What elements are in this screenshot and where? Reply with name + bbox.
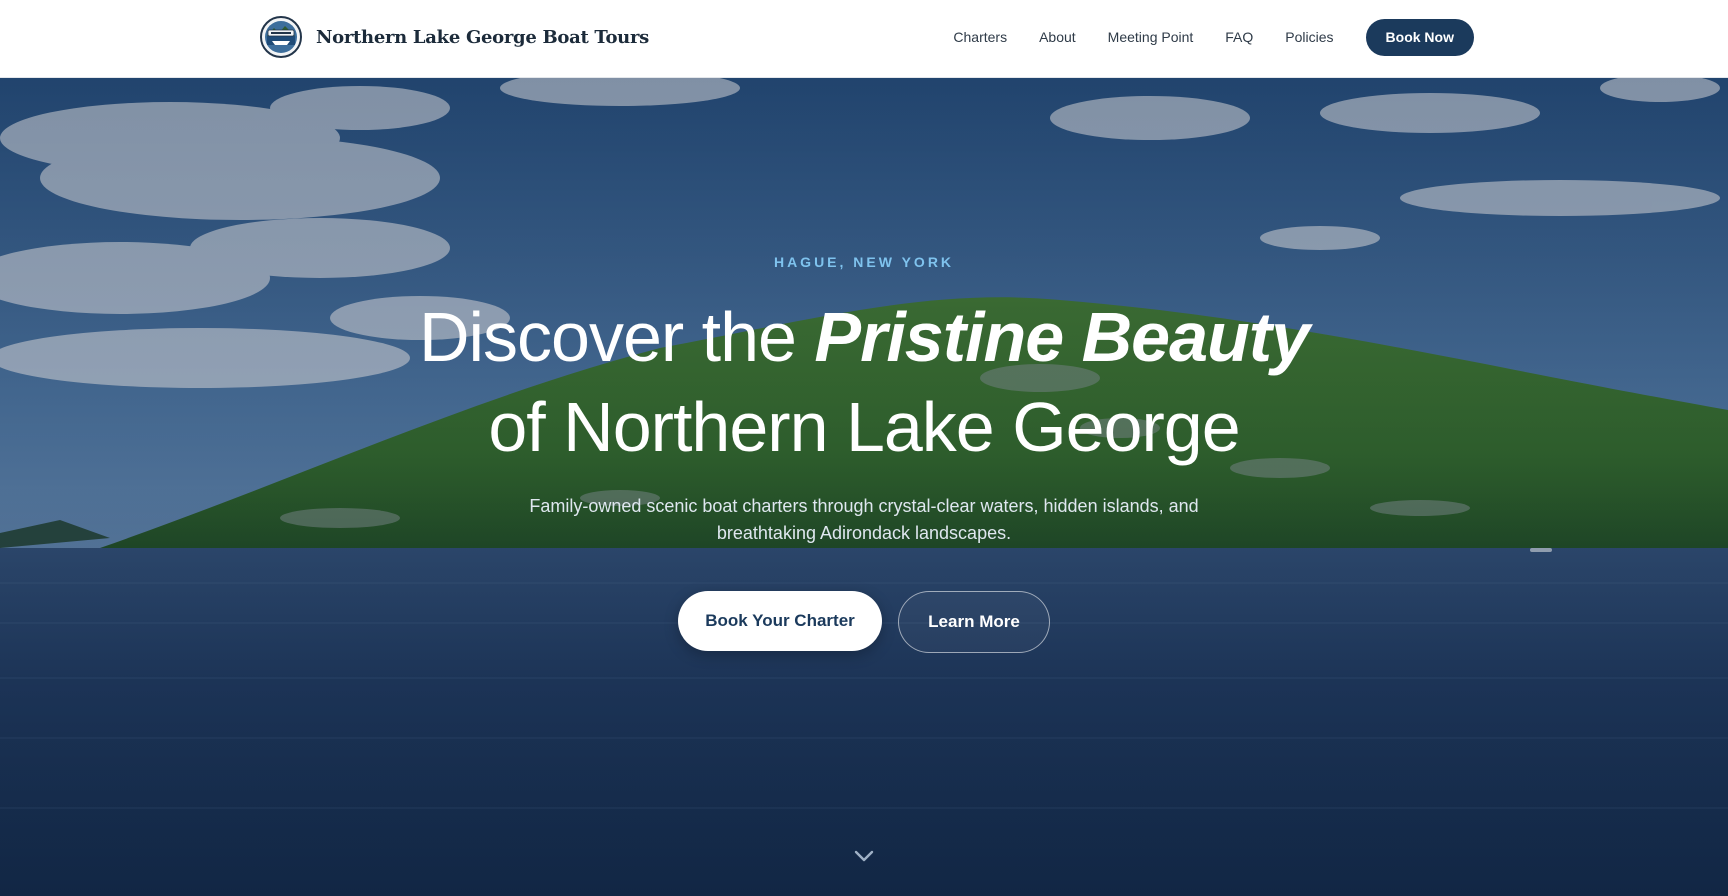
hero-location-eyebrow: HAGUE, NEW YORK: [773, 254, 955, 270]
boat-tours-badge-icon: [260, 16, 302, 58]
headline-part-2: of Northern Lake George: [488, 388, 1240, 466]
learn-more-button[interactable]: Learn More: [898, 591, 1050, 653]
site-header: Northern Lake George Boat Tours Charters…: [0, 0, 1728, 78]
nav-link-faq[interactable]: FAQ: [1225, 29, 1253, 45]
chevron-down-icon[interactable]: [852, 848, 876, 864]
book-now-button[interactable]: Book Now: [1365, 18, 1474, 56]
nav-link-policies[interactable]: Policies: [1285, 29, 1333, 45]
brand-home-link[interactable]: Northern Lake George Boat Tours: [260, 16, 649, 58]
hero-headline: Discover the Pristine Beauty of Northern…: [0, 292, 1728, 472]
book-your-charter-button[interactable]: Book Your Charter: [678, 591, 882, 651]
headline-emphasis: Pristine Beauty: [814, 298, 1310, 376]
headline-part-1: Discover the: [418, 298, 815, 376]
hero-section: HAGUE, NEW YORK Discover the Pristine Be…: [0, 78, 1728, 896]
main-nav: Charters About Meeting Point FAQ Policie…: [953, 18, 1474, 56]
nav-link-charters[interactable]: Charters: [953, 29, 1007, 45]
hero-subtitle: Family-owned scenic boat charters throug…: [529, 496, 1199, 543]
brand-name: Northern Lake George Boat Tours: [316, 26, 649, 48]
hero-content: HAGUE, NEW YORK Discover the Pristine Be…: [0, 78, 1728, 896]
hero-button-group: Book Your Charter Learn More: [0, 591, 1728, 653]
nav-link-about[interactable]: About: [1039, 29, 1076, 45]
nav-link-meeting-point[interactable]: Meeting Point: [1108, 29, 1194, 45]
